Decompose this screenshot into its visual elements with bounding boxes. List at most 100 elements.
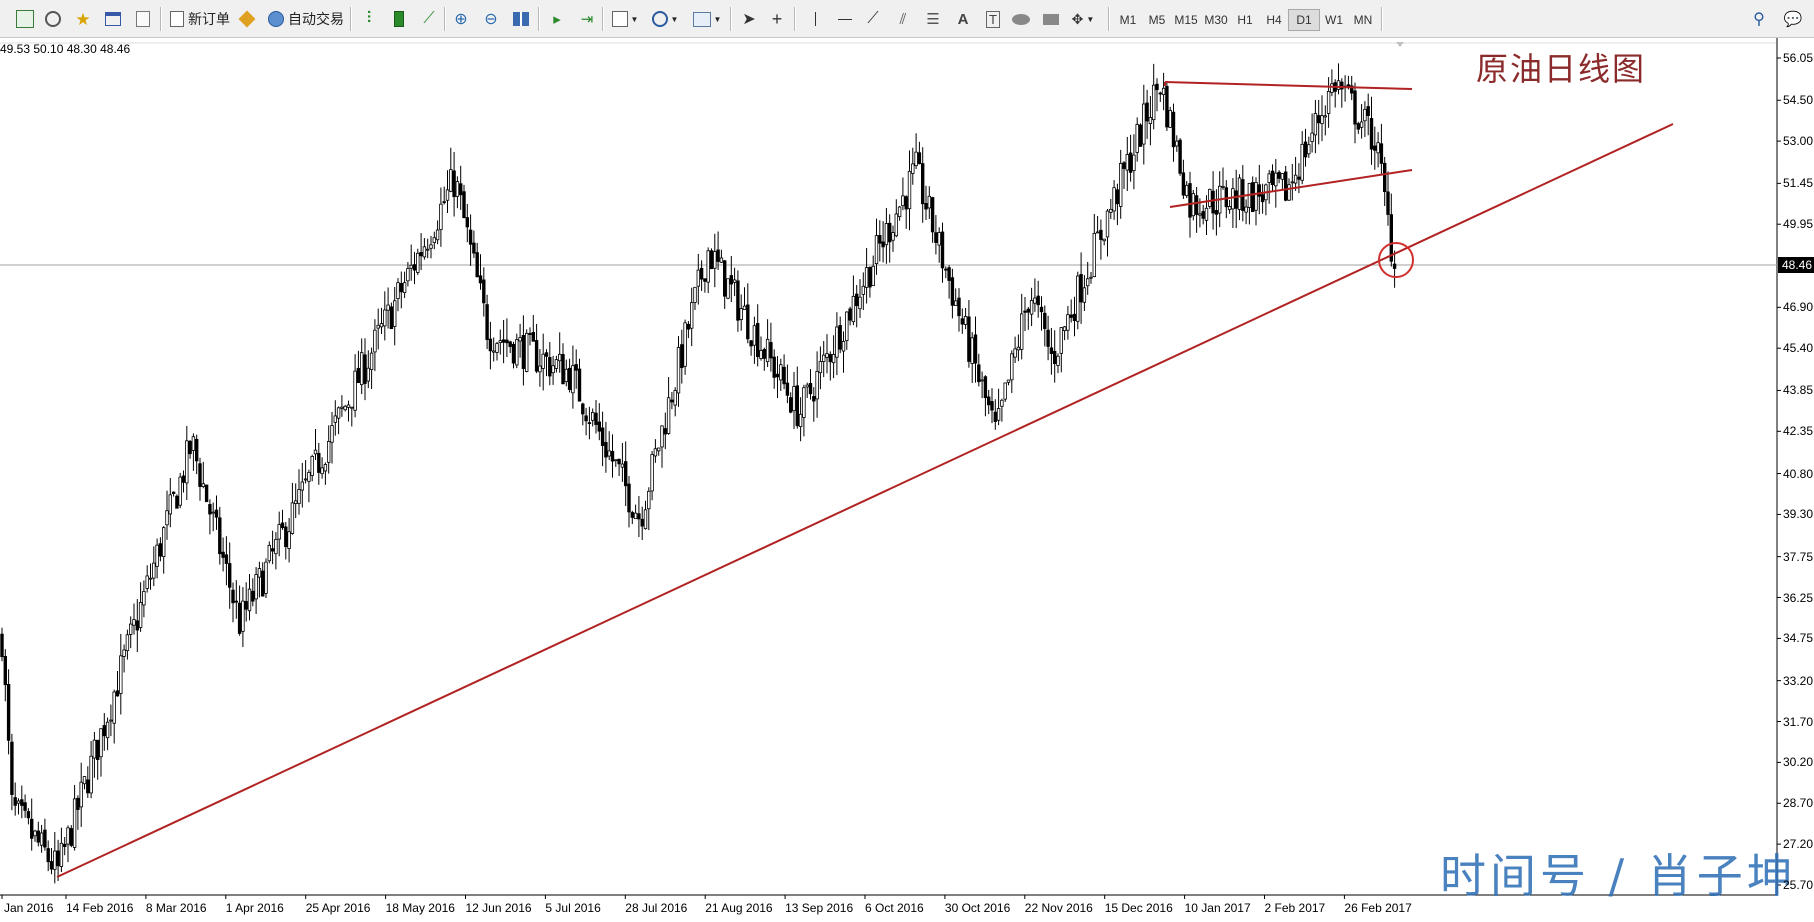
candle-body: [812, 396, 816, 402]
tile-windows-button[interactable]: [508, 7, 534, 31]
date-tick-label: 2 Feb 2017: [1264, 901, 1326, 915]
line-chart-button[interactable]: ⟋: [416, 7, 442, 31]
candle-body: [495, 343, 499, 353]
price-tick-label: 33.20: [1783, 673, 1814, 688]
chart-shift-icon: ⇥: [580, 11, 594, 28]
candle-body: [1099, 229, 1103, 240]
candle-body: [1313, 113, 1318, 136]
chart-shift-marker-icon[interactable]: [1396, 42, 1404, 47]
date-tick-label: 10 Jan 2017: [1184, 901, 1251, 915]
candle-body: [379, 323, 384, 328]
channel-button[interactable]: ⫽: [890, 7, 916, 31]
candle-body: [369, 352, 374, 370]
star-icon: ★: [75, 9, 91, 29]
timeframe-m15[interactable]: M15: [1170, 9, 1202, 31]
timeframe-h4[interactable]: H4: [1258, 9, 1290, 31]
timeframe-m1[interactable]: M1: [1112, 9, 1144, 31]
timeframe-m5[interactable]: M5: [1141, 9, 1173, 31]
candle-body: [1145, 102, 1149, 122]
chart-title-annotation[interactable]: 原油日线图: [1476, 44, 1646, 90]
profiles-button[interactable]: [40, 7, 66, 31]
candle-body: [1284, 171, 1288, 201]
breakout-circle[interactable]: [1378, 242, 1414, 278]
candle-body: [518, 337, 522, 342]
metaeditor-button[interactable]: [234, 7, 260, 31]
chart-shift-button[interactable]: ⇥: [574, 7, 600, 31]
new-chart-button[interactable]: [12, 7, 38, 31]
strategy-tester-button[interactable]: [130, 7, 156, 31]
candle-body: [1386, 191, 1390, 215]
indicators-button[interactable]: ▼: [608, 7, 642, 31]
navigator-button[interactable]: [100, 7, 126, 31]
candle-body: [251, 590, 255, 602]
candle-body: [1208, 188, 1212, 207]
timeframe-w1[interactable]: W1: [1318, 9, 1350, 31]
candle-body: [1119, 163, 1123, 207]
zoom-in-button[interactable]: ⊕: [448, 7, 474, 31]
date-tick-label: 21 Aug 2016: [705, 901, 773, 915]
zoom-out-button[interactable]: ⊖: [478, 7, 504, 31]
candle-body: [838, 325, 842, 350]
candle-body: [175, 495, 179, 509]
bar-chart-button[interactable]: ⫶: [356, 7, 382, 31]
new-order-button[interactable]: 新订单: [166, 7, 234, 31]
price-tick-label: 37.75: [1783, 549, 1814, 564]
candle-body: [1307, 144, 1311, 155]
timeframe-mn[interactable]: MN: [1347, 9, 1379, 31]
candle-body: [551, 365, 555, 374]
candle-body: [637, 513, 641, 520]
candle-body: [802, 387, 806, 418]
fibonacci-button[interactable]: ☰: [920, 7, 946, 31]
crosshair-button[interactable]: +: [764, 7, 790, 31]
candle-body: [366, 367, 370, 382]
cursor-button[interactable]: ➤: [736, 7, 762, 31]
candle-body: [442, 201, 446, 204]
triangle-upper-line[interactable]: [1164, 81, 1413, 90]
price-tick-label: 42.35: [1783, 424, 1814, 439]
periods-button[interactable]: ▼: [648, 7, 682, 31]
candle-body: [525, 332, 529, 372]
text-button[interactable]: A: [950, 7, 976, 31]
candle-body: [911, 163, 915, 174]
autoscroll-button[interactable]: ▸: [544, 7, 570, 31]
search-button[interactable]: ⚲: [1746, 7, 1772, 31]
timeframe-m30[interactable]: M30: [1200, 9, 1232, 31]
market-watch-button[interactable]: ★: [70, 7, 96, 31]
timeframe-d1[interactable]: D1: [1288, 9, 1320, 31]
ellipse-button[interactable]: [1008, 7, 1034, 31]
candle-body: [274, 538, 278, 555]
date-tick-label: 14 Feb 2016: [66, 901, 134, 915]
arrows-button[interactable]: ✥ ▼: [1066, 7, 1100, 31]
candle-body: [775, 373, 780, 378]
candle-body: [188, 440, 192, 455]
candle-body: [142, 591, 146, 606]
candle-body: [947, 267, 951, 281]
candle-body: [716, 249, 720, 262]
trendline-button[interactable]: ⟋: [860, 7, 886, 31]
text-label-button[interactable]: T: [980, 7, 1006, 31]
candle-body: [732, 279, 737, 283]
zoom-out-icon: ⊖: [484, 11, 498, 28]
candle-body: [1023, 310, 1027, 313]
candle-body: [772, 356, 776, 378]
templates-button[interactable]: ▼: [690, 7, 724, 31]
price-chart[interactable]: [0, 38, 1814, 922]
triangle-lower-line[interactable]: [1169, 169, 1413, 208]
candle-body: [897, 206, 902, 218]
dropdown-arrow-icon: ▼: [670, 14, 679, 24]
rectangle-button[interactable]: [1038, 7, 1064, 31]
candle-body: [696, 269, 700, 287]
candle-body: [864, 267, 869, 288]
timeframe-h1[interactable]: H1: [1229, 9, 1261, 31]
toolbar: ★ 新订单 自动交易 ⫶ ⟋ ⊕ ⊖ ▸ ⇥ ▼ ▼ ▼ ➤ + ⟋ ⫽ ☰ A…: [0, 0, 1814, 38]
candlestick-button[interactable]: [386, 7, 412, 31]
candle-body: [435, 229, 440, 241]
candle-body: [901, 195, 905, 207]
candle-body: [765, 338, 770, 363]
chat-button[interactable]: 💬: [1780, 7, 1806, 31]
horizontal-line-button[interactable]: [832, 7, 858, 31]
candle-body: [128, 623, 133, 635]
auto-trading-button[interactable]: 自动交易: [264, 7, 348, 31]
candle-body: [396, 282, 400, 300]
vertical-line-button[interactable]: [802, 7, 828, 31]
